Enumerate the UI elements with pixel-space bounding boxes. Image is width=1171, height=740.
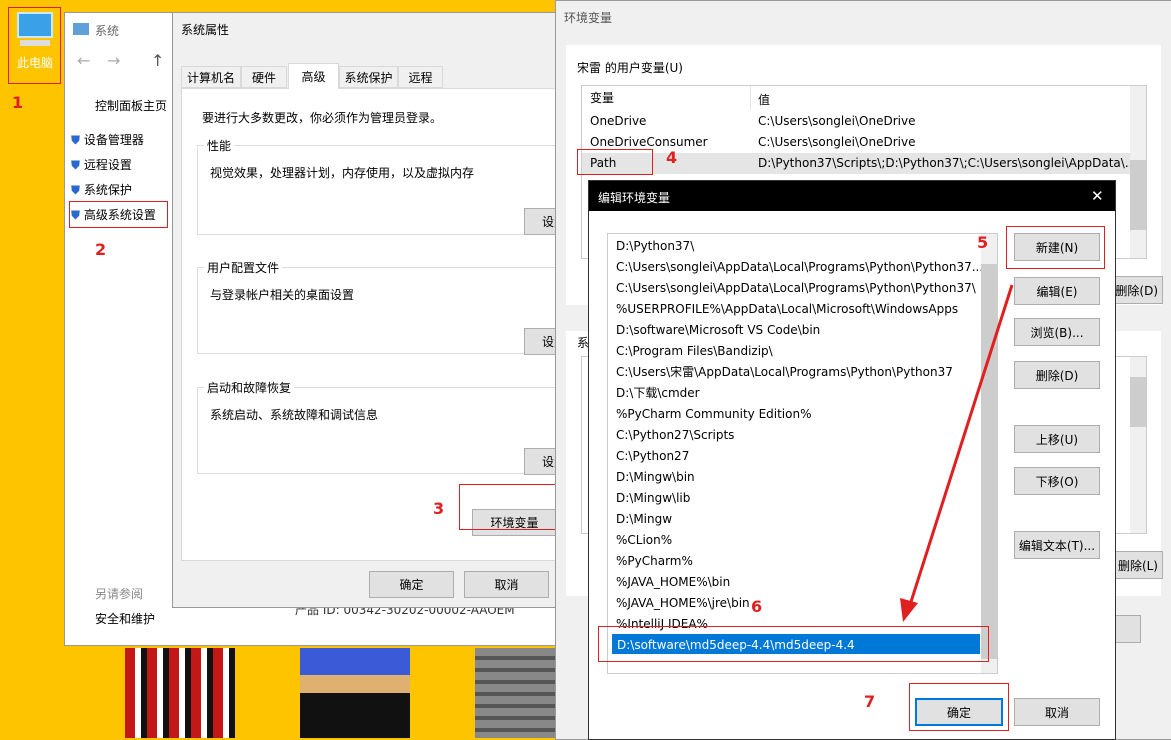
annotation-arrow (900, 284, 1014, 622)
tab-advanced[interactable]: 高级 (288, 63, 339, 89)
